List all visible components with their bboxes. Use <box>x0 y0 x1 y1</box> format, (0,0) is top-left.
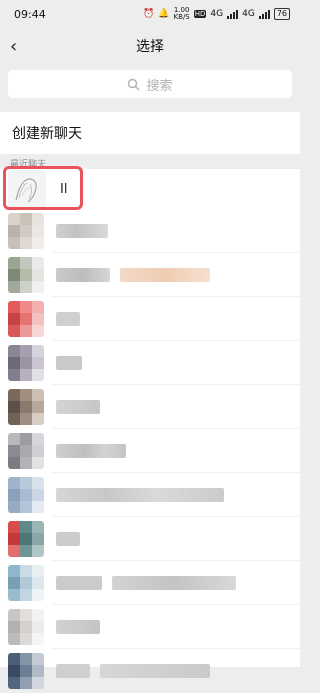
list-item[interactable] <box>0 649 300 693</box>
alarm-icon: ⏰ <box>143 9 155 19</box>
list-item[interactable] <box>0 385 300 429</box>
contact-name-redacted <box>56 532 80 546</box>
search-input[interactable]: 搜索 <box>8 70 292 98</box>
avatar <box>8 345 44 381</box>
search-icon <box>128 78 140 90</box>
contact-name-redacted <box>56 444 126 458</box>
list-item[interactable] <box>0 209 300 253</box>
signal-label-1: 4G <box>210 9 224 19</box>
list-item[interactable] <box>0 473 300 517</box>
search-area: 搜索 <box>0 64 300 106</box>
list-item[interactable] <box>0 253 300 297</box>
bell-icon: 🔔 <box>158 9 170 19</box>
search-placeholder: 搜索 <box>146 78 173 94</box>
avatar <box>8 433 44 469</box>
list-item[interactable] <box>0 561 300 605</box>
back-arrow-icon[interactable]: ‹ <box>10 36 17 57</box>
list-item[interactable] <box>0 429 300 473</box>
status-icons: ⏰ 🔔 1.00 KB/S HD 4G 4G 76 <box>143 7 290 21</box>
avatar <box>8 301 44 337</box>
avatar <box>8 653 44 689</box>
list-item[interactable] <box>0 297 300 341</box>
contact-name-redacted <box>56 312 80 326</box>
contact-name-redacted <box>56 488 224 502</box>
signal-label-2: 4G <box>242 9 255 19</box>
signal-icon-1 <box>227 9 239 19</box>
avatar <box>8 565 44 601</box>
contact-name-redacted <box>56 620 100 634</box>
contact-name-redacted <box>56 356 82 370</box>
contact-name-redacted <box>56 576 102 590</box>
signal-icon-2 <box>258 9 270 19</box>
avatar <box>8 257 44 293</box>
contact-name-redacted <box>56 224 108 238</box>
nav-bar: ‹ 选择 <box>0 28 300 64</box>
battery-icon: 76 <box>273 8 290 20</box>
avatar <box>8 389 44 425</box>
network-rate: 1.00 KB/S <box>173 6 190 21</box>
list-item[interactable] <box>0 517 300 561</box>
contact-note-redacted <box>112 576 236 590</box>
contact-name-redacted <box>56 664 90 678</box>
avatar <box>8 477 44 513</box>
contact-name-redacted <box>56 268 110 282</box>
status-time: 09:44 <box>14 7 46 21</box>
contact-note-redacted <box>100 664 210 678</box>
selection-highlight <box>3 166 83 210</box>
create-new-chat-label: 创建新聊天 <box>12 126 82 142</box>
recent-chat-list: Il <box>0 169 300 689</box>
page-title: 选择 <box>136 39 164 55</box>
list-item[interactable] <box>0 605 300 649</box>
create-new-chat-button[interactable]: 创建新聊天 <box>0 112 300 154</box>
avatar <box>8 521 44 557</box>
avatar <box>8 213 44 249</box>
contact-note-redacted <box>120 268 210 282</box>
status-bar: 09:44 ⏰ 🔔 1.00 KB/S HD 4G 4G 76 <box>0 0 300 28</box>
contact-name-redacted <box>56 400 100 414</box>
hd-badge: HD <box>193 10 207 18</box>
list-item[interactable] <box>0 341 300 385</box>
avatar <box>8 609 44 645</box>
